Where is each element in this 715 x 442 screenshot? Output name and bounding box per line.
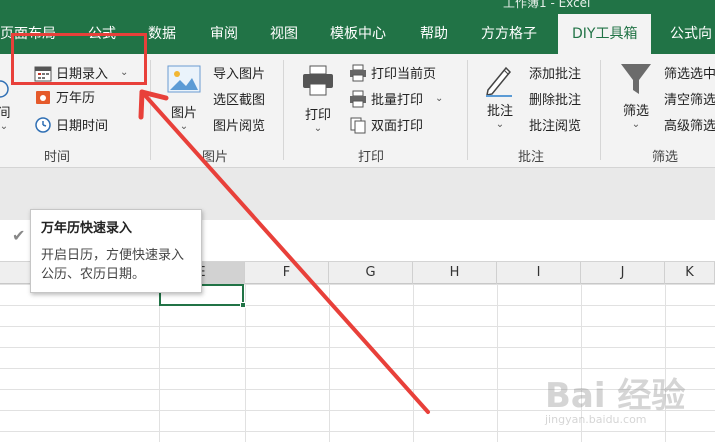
watermark-logo: Bai 经验 jingyan.baidu.com — [545, 368, 705, 438]
watermark-main: Bai 经验 — [545, 376, 686, 416]
